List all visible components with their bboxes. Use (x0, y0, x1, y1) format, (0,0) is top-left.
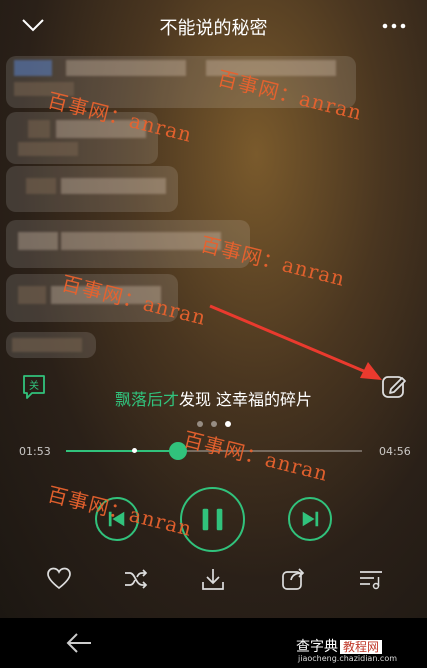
more-dots-icon[interactable] (381, 18, 407, 32)
comment-bubble[interactable] (6, 332, 96, 358)
page-dot-active[interactable] (225, 421, 231, 427)
shuffle-icon[interactable] (123, 566, 149, 592)
next-button[interactable] (288, 497, 332, 541)
edit-icon[interactable] (380, 372, 408, 400)
top-bar: 不能说的秘密 (0, 0, 427, 52)
site-name-a: 查字典 (296, 639, 338, 655)
lyric-sung-part: 飘落后才 (114, 390, 179, 409)
current-lyric: 飘落后才发现 这幸福的碎片 (60, 386, 367, 410)
danmu-toggle-button[interactable]: 关 (22, 374, 46, 400)
page-dot[interactable] (211, 421, 217, 427)
progress-fill (66, 450, 179, 452)
comment-bubble[interactable] (6, 166, 178, 212)
share-icon[interactable] (280, 566, 306, 592)
lyric-unsung-part: 发现 这幸福的碎片 (178, 390, 313, 409)
site-url: jiaocheng.chazidian.com (298, 654, 398, 663)
playlist-icon[interactable] (358, 566, 384, 592)
chevron-down-icon[interactable] (20, 14, 46, 36)
heart-icon[interactable] (46, 566, 72, 592)
song-title: 不能说的秘密 (159, 18, 268, 39)
player-screen: 不能说的秘密 关 飘落后才发现 这幸福的碎片 01:53 04:56 百事网：a… (0, 0, 427, 618)
total-time: 04:56 (379, 445, 411, 458)
download-icon[interactable] (200, 566, 226, 592)
next-icon (302, 511, 319, 527)
site-name-b: 教程网 (340, 640, 383, 654)
watermark-text: 百事网：anran (181, 426, 331, 487)
watermark-text: 百事网：anran (198, 231, 348, 292)
buffer-marker (132, 448, 138, 453)
danmu-label: 关 (29, 379, 39, 392)
back-arrow-icon[interactable] (64, 630, 94, 656)
current-time: 01:53 (19, 445, 51, 458)
site-logo: 查字典 教程网 jiaocheng.chazidian.com (296, 636, 421, 666)
